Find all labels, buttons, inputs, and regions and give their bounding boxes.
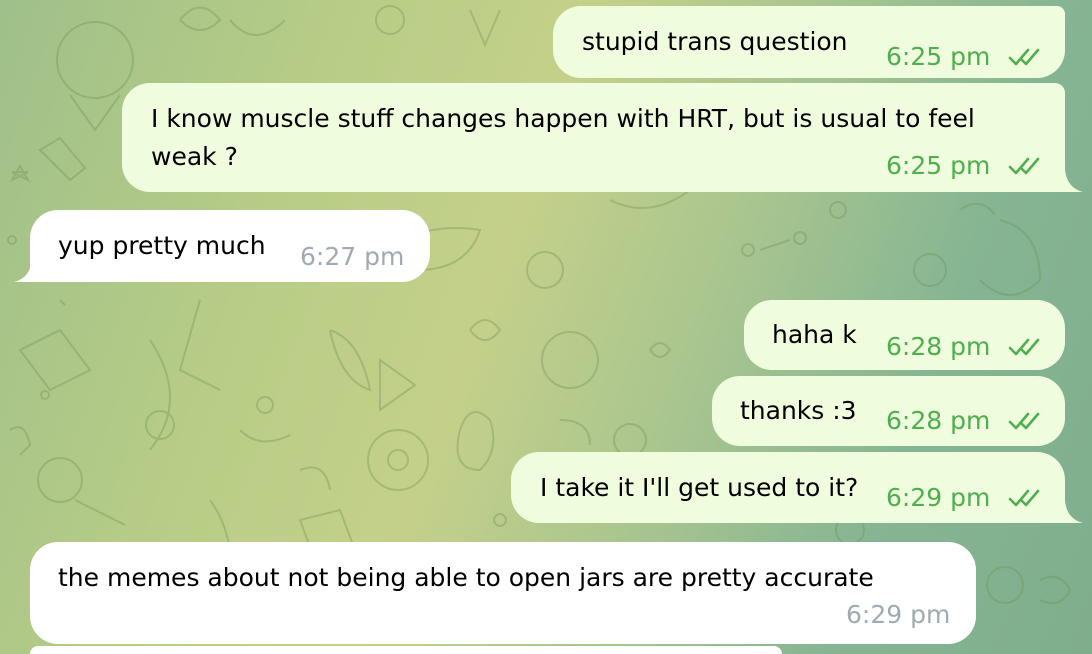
message-text: I take it I'll get used to it? — [540, 473, 859, 502]
message-meta: 6:29 pm — [886, 483, 1048, 513]
message-bubble-outgoing[interactable]: I take it I'll get used to it? 6:29 pm — [511, 452, 1065, 523]
message-bubble-outgoing[interactable]: haha k 6:28 pm — [744, 300, 1065, 370]
message-time: 6:29 pm — [846, 600, 951, 629]
double-check-icon — [1009, 489, 1040, 507]
message-text: the memes about not being able to open j… — [58, 563, 874, 592]
message-meta: 6:28 pm — [886, 332, 1048, 362]
message-meta: 6:29 pm — [846, 600, 950, 630]
double-check-icon — [1009, 412, 1040, 430]
message-time: 6:29 pm — [886, 483, 991, 512]
message-meta: 6:28 pm — [886, 406, 1048, 436]
double-check-icon — [1009, 48, 1040, 66]
message-bubble-incoming[interactable]: the memes about not being able to open j… — [30, 542, 976, 644]
message-bubble-outgoing[interactable]: I know muscle stuff changes happen with … — [122, 83, 1065, 192]
chat-message-list[interactable]: stupid trans question 6:25 pm I know mus… — [0, 0, 1092, 654]
double-check-icon — [1009, 157, 1040, 175]
message-time: 6:27 pm — [300, 242, 405, 271]
message-text: yup pretty much — [58, 231, 266, 260]
bubble-tail — [1065, 501, 1083, 523]
bubble-tail — [14, 260, 32, 282]
message-text: haha k — [772, 320, 857, 349]
double-check-icon — [1009, 338, 1040, 356]
message-bubble-incoming-partial[interactable] — [30, 646, 782, 654]
message-text: thanks :3 — [740, 396, 857, 425]
message-meta: 6:27 pm — [300, 242, 404, 272]
message-text: I know muscle stuff changes happen with … — [151, 104, 975, 133]
message-time: 6:25 pm — [886, 42, 991, 71]
message-bubble-outgoing[interactable]: stupid trans question 6:25 pm — [553, 6, 1065, 78]
message-bubble-incoming[interactable]: yup pretty much 6:27 pm — [30, 210, 430, 282]
message-text: stupid trans question — [582, 27, 848, 56]
message-meta: 6:25 pm — [886, 151, 1048, 181]
message-bubble-outgoing[interactable]: thanks :3 6:28 pm — [712, 376, 1065, 446]
message-text-line-2: weak ? — [151, 142, 238, 171]
bubble-tail — [1065, 170, 1083, 192]
message-meta: 6:25 pm — [886, 42, 1048, 72]
message-time: 6:28 pm — [886, 406, 991, 435]
message-time: 6:28 pm — [886, 332, 991, 361]
message-time: 6:25 pm — [886, 151, 991, 180]
